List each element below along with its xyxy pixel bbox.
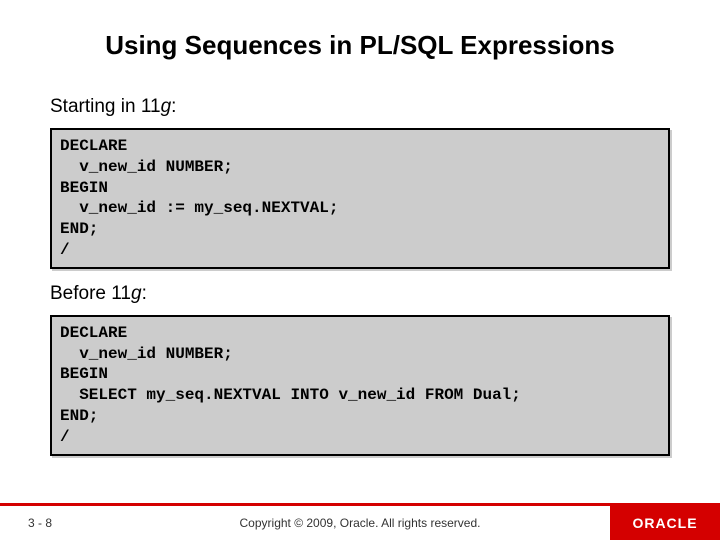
slide-content: Starting in 11g: DECLARE v_new_id NUMBER… [0, 71, 720, 456]
page-number: 3 - 8 [28, 516, 52, 530]
section1-label-suffix: : [171, 96, 176, 117]
section1-label-prefix: Starting in 11 [50, 96, 161, 117]
oracle-logo: ORACLE [610, 506, 720, 540]
slide: Using Sequences in PL/SQL Expressions St… [0, 0, 720, 540]
section2-label: Before 11g: [50, 283, 670, 305]
section1-label: Starting in 11g: [50, 96, 670, 118]
section2-label-italic: g [131, 283, 142, 304]
section1-label-italic: g [161, 96, 172, 117]
section2-label-suffix: : [142, 283, 147, 304]
slide-title: Using Sequences in PL/SQL Expressions [0, 0, 720, 71]
section1-codeblock: DECLARE v_new_id NUMBER; BEGIN v_new_id … [50, 128, 670, 269]
footer: 3 - 8 Copyright © 2009, Oracle. All righ… [0, 506, 720, 540]
section2-codeblock: DECLARE v_new_id NUMBER; BEGIN SELECT my… [50, 315, 670, 456]
section2-label-prefix: Before 11 [50, 283, 131, 304]
